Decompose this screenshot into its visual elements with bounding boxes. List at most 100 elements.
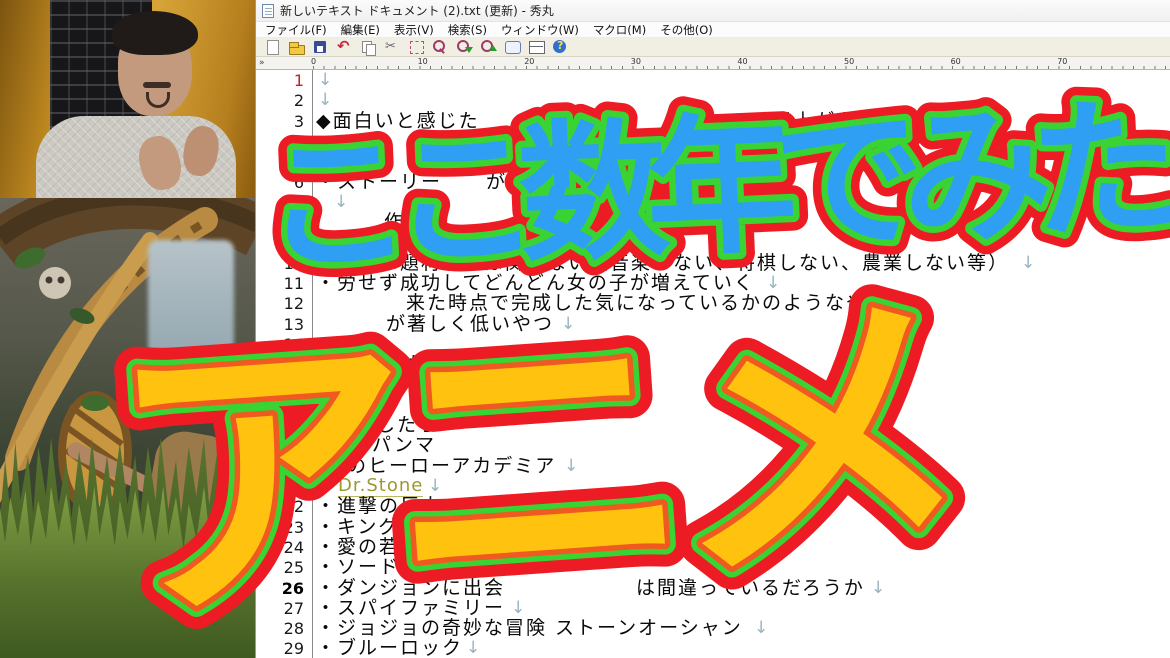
editor-line: 6 ・ストーリー が飽き <box>256 172 1170 192</box>
line-text: ・進撃の巨人 <box>316 496 1170 516</box>
editor-line: 4が独特ツッコ演 <box>256 131 1170 151</box>
line-number: 8 <box>256 213 304 232</box>
text-segment: 来た時点で完成した気になっているかのようなやつ <box>406 293 888 313</box>
ruler-mark: 0 <box>311 57 316 66</box>
webcam-video <box>0 0 255 198</box>
text-segment: ・進撃の巨人 <box>316 496 442 516</box>
copy-icon[interactable] <box>357 38 379 56</box>
text-segment: た作品。 <box>406 354 490 374</box>
new-file-icon[interactable] <box>261 38 283 56</box>
editor-line: 14 <box>256 334 1170 354</box>
menu-item-v[interactable]: 表示(V) <box>387 22 441 38</box>
line-text: らしい世界に祝福↓ <box>316 375 1170 395</box>
text-segment: 的 <box>468 151 489 171</box>
line-text: ↓ <box>316 90 1170 110</box>
text-segment: が飽き <box>486 172 549 192</box>
menu-item-e[interactable]: 編集(E) <box>334 22 387 38</box>
editor-line: 26・ダンジョンに出会は間違っているだろうか↓ <box>256 578 1170 598</box>
linebreak-mark: ↓ <box>871 578 887 598</box>
text-segment: ・スパイファミリー <box>316 598 505 618</box>
line-number: 16 <box>256 376 304 395</box>
line-text: 作品。 <box>316 212 1170 232</box>
editor-line: 2↓ <box>256 90 1170 110</box>
linebreak-mark: ↓ <box>766 273 782 293</box>
linebreak-mark: ↓ <box>511 598 527 618</box>
line-text: 僕のヒーローアカデミア ↓ <box>316 456 1170 476</box>
ruler-mark: 10 <box>418 57 428 66</box>
person-hair <box>112 11 198 55</box>
menu-bar: ファイル(F)編集(E)表示(V)検索(S)ウィンドウ(W)マクロ(M)その他(… <box>256 22 1170 38</box>
open-folder-icon[interactable] <box>285 38 307 56</box>
text-segment: が著しく低いやつ <box>386 314 554 334</box>
editor-line: 12 来た時点で完成した気になっているかのようなやつ↓ <box>256 293 1170 313</box>
highlighted-text: Dr.Stone <box>338 476 423 497</box>
search-icon[interactable] <box>429 38 451 56</box>
text-segment: ◆面白いと感じた <box>316 111 480 131</box>
text-segment: ・主要な題材がほぼ関係ない（音楽しない、将棋しない、農業しない等） <box>316 253 1009 273</box>
editor-line: 28・ジョジョの奇妙な冒険 ストーンオーシャン↓ <box>256 618 1170 638</box>
window-icon[interactable] <box>501 38 523 56</box>
menu-item-m[interactable]: マクロ(M) <box>586 22 653 38</box>
line-number: 15 <box>256 355 304 374</box>
line-number: 6 <box>256 173 304 192</box>
text-segment: ・ダンジョンに出会 <box>316 578 505 598</box>
line-text: ・ダンジョンに出会 は間違っているだろうか ↓ <box>316 578 1170 598</box>
text-segment: 以上がある <box>773 111 878 131</box>
search-up-icon[interactable] <box>477 38 499 56</box>
game-video <box>0 198 255 658</box>
line-number: 12 <box>256 294 304 313</box>
split-window-icon[interactable] <box>525 38 547 56</box>
line-text: 的↓ <box>316 151 1170 171</box>
line-text: ・ソードア <box>316 557 1170 577</box>
line-number: 22 <box>256 497 304 516</box>
menu-item-f[interactable]: ファイル(F) <box>258 22 334 38</box>
cut-icon[interactable] <box>381 38 403 56</box>
line-number: 20 <box>256 457 304 476</box>
ruler: » 010203040506070 <box>256 57 1170 70</box>
text-segment: 僕のヒーローアカデミア <box>326 456 556 476</box>
title-bar: 新しいテキスト ドキュメント (2).txt (更新) - 秀丸 <box>256 0 1170 22</box>
help-icon[interactable] <box>549 38 571 56</box>
line-number: 18 <box>256 416 304 435</box>
undo-icon[interactable] <box>333 38 355 56</box>
text-segment: ・ストーリー <box>316 172 442 192</box>
save-icon[interactable] <box>309 38 331 56</box>
text-segment: は間違っているだろうか <box>636 578 865 598</box>
text-segment: らしい世界に祝福 <box>411 375 579 395</box>
linebreak-mark: ↓ <box>501 354 517 374</box>
search-down-icon[interactable] <box>453 38 475 56</box>
line-text: ・労せず成功してどんどん女の子が増えていく↓ <box>316 273 1170 293</box>
line-text: 記の要素が一つも無い↓ <box>316 232 1170 252</box>
linebreak-mark: ↓ <box>1021 253 1037 273</box>
editor-line: 7↓ <box>256 192 1170 212</box>
ruler-mark: 60 <box>951 57 961 66</box>
line-number: 13 <box>256 315 304 334</box>
line-text: ↓ <box>316 70 1170 90</box>
select-icon[interactable] <box>405 38 427 56</box>
line-text: ↓ <box>316 192 1170 212</box>
editor-line: 8 作品。 <box>256 212 1170 232</box>
text-segment: ・ <box>316 476 337 496</box>
line-text: ・ブルーロック↓ <box>316 638 1170 658</box>
line-number: 19 <box>256 436 304 455</box>
text-segment: ・キングダ <box>316 517 420 537</box>
line-number: 29 <box>256 639 304 658</box>
text-edit-area[interactable]: 1↓2↓3◆面白いと感じた以上がある↓4が独特ツッコ演5的↓6・ストーリーが飽き… <box>256 70 1170 658</box>
text-segment: 作品。 <box>384 212 447 232</box>
editor-line: 13が著しく低いやつ↓ <box>256 314 1170 334</box>
line-text: 来た時点で完成した気になっているかのようなやつ↓ <box>316 293 1170 313</box>
menu-item-s[interactable]: 検索(S) <box>441 22 494 38</box>
line-text: ・キングダ <box>316 517 1170 537</box>
linebreak-mark: ↓ <box>754 618 770 638</box>
editor-line: 21・Dr.Stone↓ <box>256 476 1170 496</box>
menu-item-w[interactable]: ウィンドウ(W) <box>494 22 586 38</box>
line-number: 5 <box>256 152 304 171</box>
menu-item-o[interactable]: その他(O) <box>653 22 720 38</box>
text-segment: ツッコ <box>766 131 829 151</box>
linebreak-mark: ↓ <box>564 456 580 476</box>
editor-line: 29 ・ブルーロック↓ <box>256 638 1170 658</box>
editor-line: 17ー <box>256 395 1170 415</box>
line-text <box>316 334 1170 354</box>
editor-line: 10・主要な題材がほぼ関係ない（音楽しない、将棋しない、農業しない等）↓ <box>256 253 1170 273</box>
app-icon <box>262 4 274 18</box>
